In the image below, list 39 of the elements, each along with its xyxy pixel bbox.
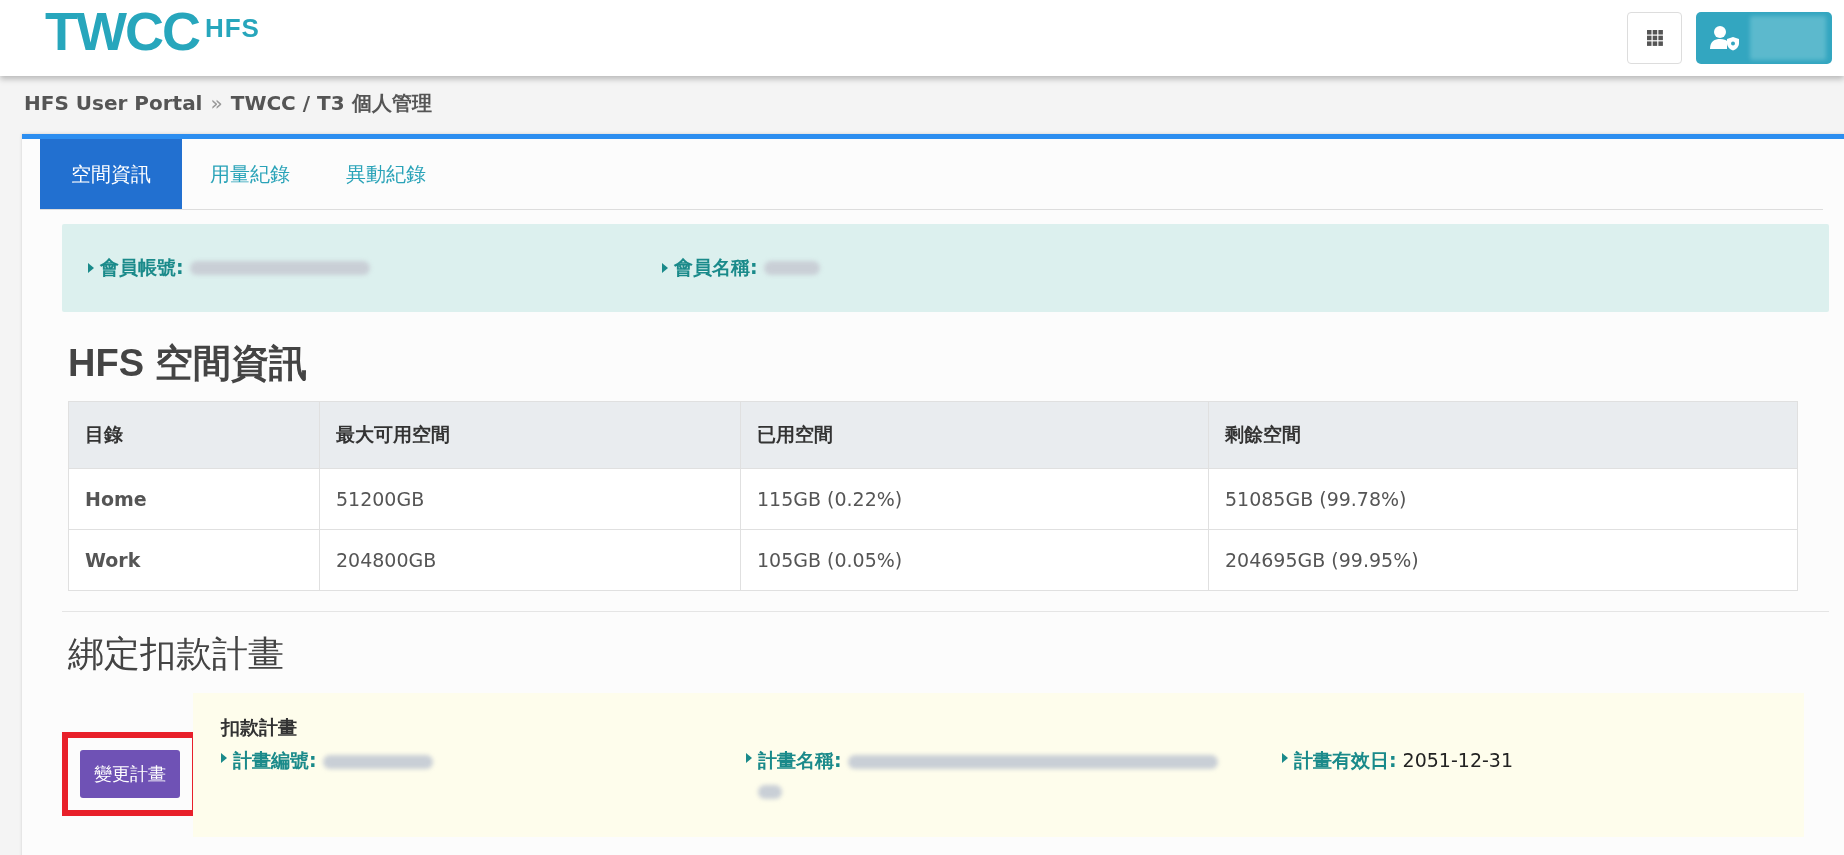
table-cell: 105GB (0.05%) xyxy=(740,529,1209,591)
table-cell: 204695GB (99.95%) xyxy=(1208,529,1798,591)
blurred-text xyxy=(758,785,782,800)
section-heading: HFS 空間資訊 xyxy=(68,341,308,386)
column-header: 目錄 xyxy=(68,401,320,469)
field-label: 計畫名稱: xyxy=(758,749,842,771)
change-plan-button[interactable]: 變更計畫 xyxy=(80,750,180,798)
caret-icon xyxy=(221,753,227,763)
table-cell: 204800GB xyxy=(319,529,741,591)
table-cell: Home xyxy=(68,468,320,530)
breadcrumb-separator: » xyxy=(210,91,223,115)
user-shield-icon xyxy=(1710,25,1740,51)
user-menu-button[interactable] xyxy=(1696,12,1832,64)
apps-button[interactable] xyxy=(1627,12,1682,64)
field-value: 2051-12-31 xyxy=(1402,749,1514,771)
field-label: 會員帳號: xyxy=(100,255,184,280)
tab[interactable]: 用量紀錄 xyxy=(182,139,318,209)
field-label: 計畫有效日: xyxy=(1294,749,1397,771)
breadcrumb-item[interactable]: HFS User Portal xyxy=(24,91,203,115)
caret-icon xyxy=(746,753,752,763)
table-cell: 51085GB (99.78%) xyxy=(1208,468,1798,530)
grid-icon xyxy=(1646,30,1663,46)
table-cell: 51200GB xyxy=(319,468,741,530)
breadcrumb-item[interactable]: TWCC / T3 個人管理 xyxy=(230,90,432,117)
caret-icon xyxy=(1282,753,1288,763)
caret-icon xyxy=(662,263,668,273)
table-cell: 115GB (0.22%) xyxy=(740,468,1209,530)
caret-icon xyxy=(88,263,94,273)
blurred-text xyxy=(763,261,820,275)
tab[interactable]: 異動紀錄 xyxy=(318,139,454,209)
column-header: 最大可用空間 xyxy=(319,401,741,469)
tab[interactable]: 空間資訊 xyxy=(40,139,182,209)
table-cell: Work xyxy=(68,529,320,591)
column-header: 已用空間 xyxy=(740,401,1209,469)
section-heading: 綁定扣款計畫 xyxy=(68,632,285,676)
column-header: 剩餘空間 xyxy=(1208,401,1798,469)
field-label: 會員名稱: xyxy=(674,255,758,280)
panel-title: 扣款計畫 xyxy=(221,715,298,740)
field-label: 計畫編號: xyxy=(233,749,317,771)
